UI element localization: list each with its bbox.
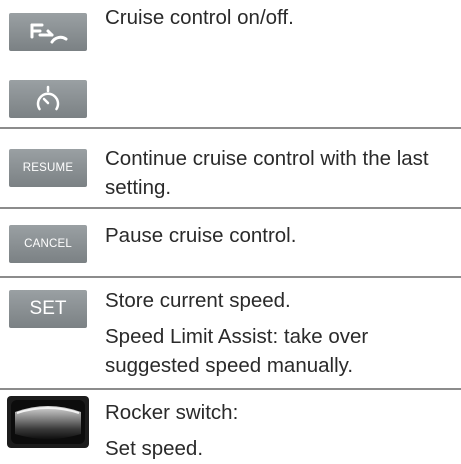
speedometer-button	[9, 80, 87, 118]
row-resume: RESUME Continue cruise control with the …	[0, 129, 461, 207]
row-set: SET Store current speed. Speed Limit Ass…	[0, 278, 461, 388]
row-cruise-on-off-text: Cruise control on/off.	[105, 3, 455, 32]
set-button: SET	[9, 290, 87, 328]
cruise-control-icon	[30, 23, 68, 44]
cancel-button-label: CANCEL	[24, 238, 72, 250]
rocker-switch-icon	[11, 400, 85, 444]
set-speed-description: Set speed.	[105, 437, 204, 460]
cancel-description: Pause cruise control.	[105, 224, 297, 247]
row-cancel: CANCEL Pause cruise control.	[0, 209, 461, 276]
rocker-switch-button	[7, 396, 89, 448]
row-rocker-switch-text: Rocker switch: Set speed.	[105, 398, 455, 463]
row-set-text: Store current speed. Speed Limit Assist:…	[105, 286, 455, 380]
row-resume-text: Continue cruise control with the last se…	[105, 144, 455, 202]
cruise-on-off-description: Cruise control on/off.	[105, 6, 294, 29]
resume-description: Continue cruise control with the last se…	[105, 147, 429, 199]
row-rocker-switch: Rocker switch: Set speed.	[0, 390, 461, 464]
cruise-control-button	[9, 13, 87, 51]
speed-limit-assist-description: Speed Limit Assist: take over suggested …	[105, 325, 369, 377]
resume-button-label: RESUME	[22, 162, 74, 174]
set-description: Store current speed.	[105, 289, 291, 312]
resume-button: RESUME	[9, 149, 87, 187]
row-cancel-text: Pause cruise control.	[105, 221, 455, 250]
set-button-label: SET	[29, 298, 67, 319]
row-speedometer	[0, 64, 461, 127]
cancel-button: CANCEL	[9, 225, 87, 263]
rocker-switch-label: Rocker switch:	[105, 401, 239, 424]
row-cruise-on-off: Cruise control on/off.	[0, 0, 461, 64]
speedometer-icon	[36, 85, 60, 111]
